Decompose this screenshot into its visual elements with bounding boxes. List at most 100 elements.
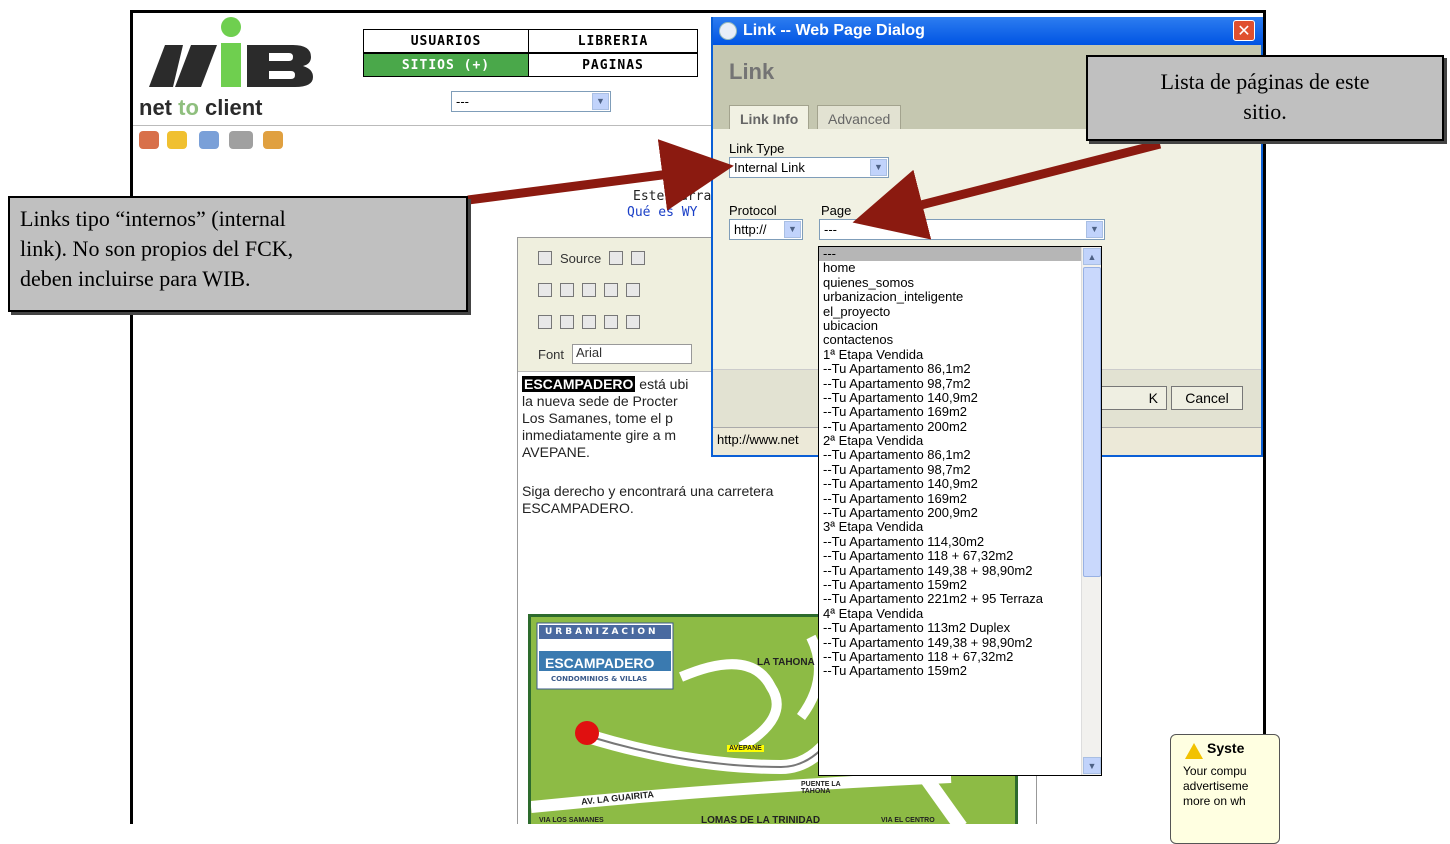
highlighted-word: ESCAMPADERO <box>522 376 636 392</box>
editor-toolbar-row-2 <box>538 278 640 302</box>
page-list-option[interactable]: home <box>819 261 1081 275</box>
page-select[interactable]: --- ▼ <box>819 219 1105 240</box>
page-list-option[interactable]: --Tu Apartamento 149,38 + 98,90m2 <box>819 635 1081 650</box>
page-paragraph-fragment: Este párra <box>633 189 712 204</box>
scroll-thumb[interactable] <box>1083 267 1101 577</box>
align-left-icon[interactable] <box>538 315 552 329</box>
page-list-option[interactable]: contactenos <box>819 333 1081 347</box>
redo-icon[interactable] <box>560 283 574 297</box>
map-label: CONDOMINIOS & VILLAS <box>551 675 648 683</box>
protocol-value: http:// <box>734 222 767 237</box>
template-icon[interactable] <box>631 251 646 265</box>
page-list-option[interactable]: --Tu Apartamento 221m2 + 95 Terraza <box>819 592 1081 606</box>
source-button[interactable]: Source <box>560 251 601 266</box>
page-list-option[interactable]: --- <box>819 247 1081 262</box>
page-list-option[interactable]: --Tu Apartamento 98,7m2 <box>819 376 1081 391</box>
justify-icon[interactable] <box>604 315 618 329</box>
page-list-option[interactable]: --Tu Apartamento 113m2 Duplex <box>819 620 1081 635</box>
callout-line: sitio. <box>1243 99 1287 124</box>
page-list-option[interactable]: --Tu Apartamento 169m2 <box>819 405 1081 419</box>
page-list-option[interactable]: --Tu Apartamento 86,1m2 <box>819 361 1081 376</box>
link-type-select[interactable]: Internal Link ▼ <box>729 157 889 178</box>
warning-icon <box>1185 743 1203 759</box>
link-type-label: Link Type <box>729 141 785 156</box>
page-list-option[interactable]: el_proyecto <box>819 304 1081 319</box>
callout-line: link). No son propios del FCK, <box>20 236 294 261</box>
page-list-option[interactable]: --Tu Apartamento 118 + 67,32m2 <box>819 649 1081 664</box>
page-list-option[interactable]: --Tu Apartamento 140,9m2 <box>819 477 1081 491</box>
page-list-option[interactable]: --Tu Apartamento 169m2 <box>819 491 1081 506</box>
scroll-up-icon[interactable]: ▲ <box>1083 248 1101 265</box>
page-list-option[interactable]: --Tu Apartamento 114,30m2 <box>819 534 1081 549</box>
table-icon[interactable] <box>626 283 640 297</box>
users-icon[interactable] <box>263 131 283 149</box>
font-select[interactable]: Arial <box>572 344 693 364</box>
tab-advanced[interactable]: Advanced <box>817 105 902 131</box>
page-list-option[interactable]: --Tu Apartamento 200,9m2 <box>819 505 1081 520</box>
page-list-option[interactable]: --Tu Apartamento 149,38 + 98,90m2 <box>819 563 1081 578</box>
page-list-option[interactable]: 2ª Etapa Vendida <box>819 433 1081 448</box>
alert-line: advertiseme <box>1183 779 1249 793</box>
system-alert-balloon[interactable]: Syste Your compu advertiseme more on wh <box>1170 734 1280 844</box>
text-line: Siga derecho y encontrará una carretera <box>522 483 774 499</box>
code-icon[interactable] <box>229 131 253 149</box>
tab-link-info[interactable]: Link Info <box>729 105 810 131</box>
align-right-icon[interactable] <box>582 315 596 329</box>
page-list-option[interactable]: 3ª Etapa Vendida <box>819 520 1081 534</box>
page-list-option[interactable]: urbanizacion_inteligente <box>819 289 1081 304</box>
map-label: AVEPANE <box>727 745 764 752</box>
font-label: Font <box>538 346 565 362</box>
map-label: ESCAMPADERO <box>545 655 655 671</box>
scroll-down-icon[interactable]: ▼ <box>1083 757 1101 774</box>
page-list-option[interactable]: 4ª Etapa Vendida <box>819 606 1081 621</box>
link-icon[interactable] <box>626 315 640 329</box>
chevron-down-icon: ▼ <box>1086 221 1103 238</box>
page-list-option[interactable]: ubicacion <box>819 318 1081 333</box>
source-icon[interactable] <box>538 251 552 265</box>
cancel-button[interactable]: Cancel <box>1171 386 1243 410</box>
site-select[interactable]: --- ▼ <box>451 91 611 112</box>
logo-tagline: net to client <box>139 95 262 121</box>
page-link-fragment[interactable]: Qué es WY <box>627 205 697 220</box>
nav-sitios[interactable]: SITIOS (+) <box>363 53 529 77</box>
close-icon[interactable]: ✕ <box>1233 20 1255 41</box>
page-list-option[interactable]: --Tu Apartamento 159m2 <box>819 664 1081 678</box>
page-list-option[interactable]: quienes_somos <box>819 275 1081 290</box>
preview-icon[interactable] <box>609 251 624 265</box>
home-icon[interactable] <box>139 131 159 149</box>
page-list-option[interactable]: 1ª Etapa Vendida <box>819 347 1081 362</box>
undo-icon[interactable] <box>538 283 552 297</box>
page-value: --- <box>824 222 837 237</box>
nav-libreria[interactable]: LIBRERIA <box>528 29 698 53</box>
dropdown-scrollbar[interactable]: ▲ ▼ <box>1081 247 1101 775</box>
editor-toolbar-row-1: Source <box>538 246 646 270</box>
folder-icon[interactable] <box>167 131 187 149</box>
dialog-heading: Link <box>729 59 775 84</box>
map-label: PUENTE LA TAHONA <box>801 781 841 795</box>
nav-usuarios[interactable]: USUARIOS <box>363 29 529 53</box>
chevron-down-icon: ▼ <box>870 159 887 176</box>
page-list-option[interactable]: --Tu Apartamento 159m2 <box>819 577 1081 592</box>
protocol-select[interactable]: http:// ▼ <box>729 219 803 240</box>
ok-button[interactable]: K <box>1095 386 1167 410</box>
edit-icon[interactable] <box>199 131 219 149</box>
tagline-net: net <box>139 95 172 120</box>
page-list-option[interactable]: --Tu Apartamento 200m2 <box>819 419 1081 434</box>
alert-line: more on wh <box>1183 794 1246 808</box>
page-list-items: --- home quienes_somos urbanizacion_intelig… <box>819 247 1081 679</box>
align-center-icon[interactable] <box>560 315 574 329</box>
dialog-title: Link -- Web Page Dialog <box>743 22 925 39</box>
page-list-option[interactable]: --Tu Apartamento 98,7m2 <box>819 462 1081 477</box>
callout-page-list: Lista de páginas de este sitio. <box>1086 55 1444 141</box>
page-dropdown-list[interactable]: --- home quienes_somos urbanizacion_intelig… <box>818 246 1102 776</box>
nav-paginas[interactable]: PAGINAS <box>528 53 698 77</box>
page-list-option[interactable]: --Tu Apartamento 118 + 67,32m2 <box>819 549 1081 563</box>
editor-toolbar-row-3 <box>538 310 640 334</box>
link-type-value: Internal Link <box>734 160 805 175</box>
ie-icon <box>719 22 737 40</box>
replace-icon[interactable] <box>604 283 618 297</box>
find-icon[interactable] <box>582 283 596 297</box>
page-list-option[interactable]: --Tu Apartamento 86,1m2 <box>819 448 1081 462</box>
page-list-option[interactable]: --Tu Apartamento 140,9m2 <box>819 390 1081 405</box>
dialog-titlebar[interactable]: Link -- Web Page Dialog <box>713 17 1263 45</box>
